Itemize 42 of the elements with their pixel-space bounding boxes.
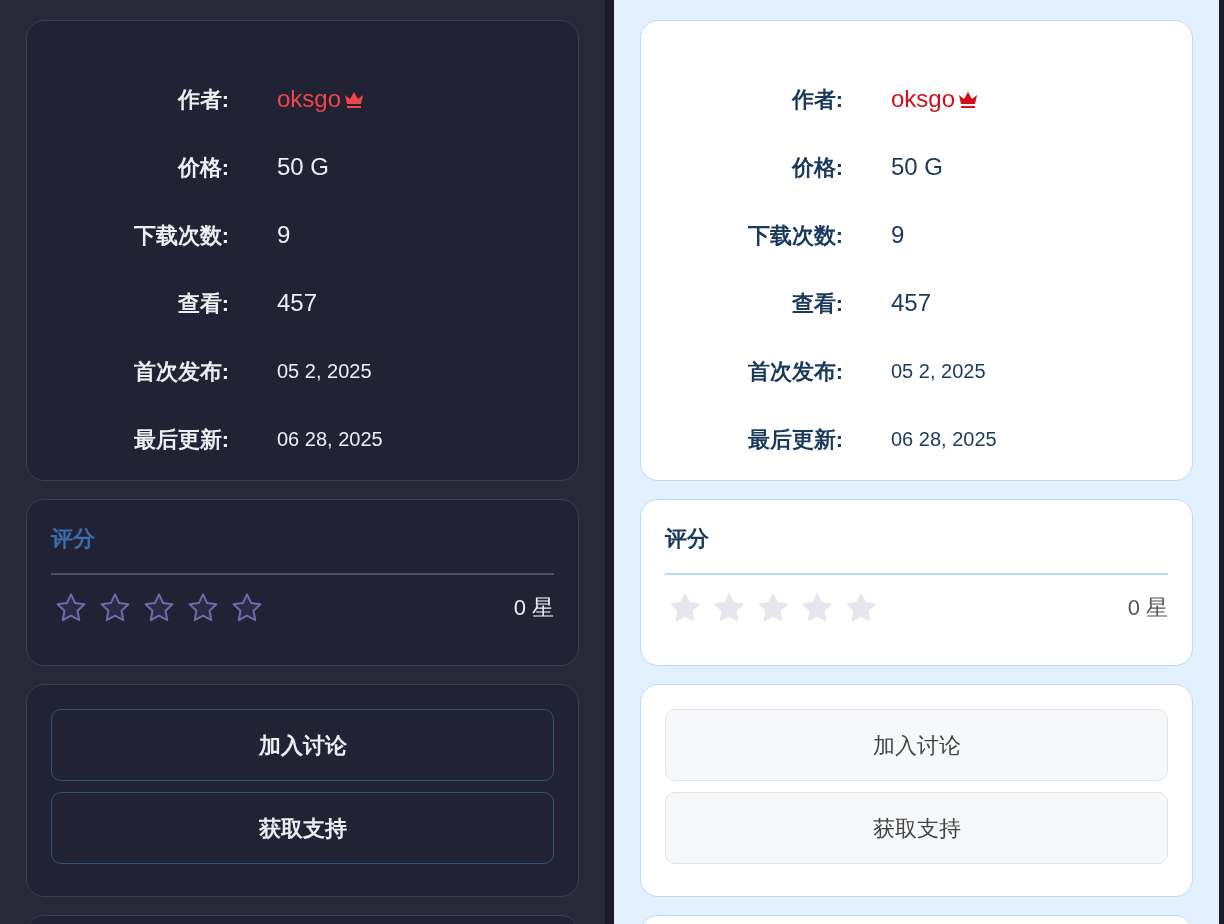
detail-value: 06 28, 2025 bbox=[277, 427, 383, 452]
detail-label: 下载次数: bbox=[746, 221, 843, 250]
detail-label: 查看: bbox=[790, 289, 843, 318]
detail-value: 05 2, 2025 bbox=[891, 359, 986, 384]
rating-heading: 评分 bbox=[665, 522, 1168, 575]
detail-value: 50 G bbox=[891, 152, 944, 182]
detail-label: 最后更新: bbox=[746, 425, 843, 454]
detail-label: 价格: bbox=[790, 153, 843, 182]
detail-label: 价格: bbox=[176, 153, 229, 182]
detail-value: 06 28, 2025 bbox=[891, 427, 997, 452]
detail-value: 9 bbox=[277, 220, 291, 250]
author-link[interactable]: oksgo bbox=[891, 81, 956, 117]
star-icon bbox=[845, 591, 877, 624]
star-icon bbox=[231, 591, 263, 624]
detail-value: 9 bbox=[891, 220, 905, 250]
star-icon bbox=[55, 591, 87, 624]
action-button[interactable]: 获取支持 bbox=[51, 792, 554, 864]
detail-label: 最后更新: bbox=[132, 425, 229, 454]
detail-label: 下载次数: bbox=[132, 221, 229, 250]
detail-label: 首次发布: bbox=[746, 357, 843, 386]
detail-label: 首次发布: bbox=[132, 357, 229, 386]
star-icon bbox=[669, 591, 701, 624]
star-icon bbox=[713, 591, 745, 624]
action-button[interactable]: 加入讨论 bbox=[51, 709, 554, 781]
detail-value: 05 2, 2025 bbox=[277, 359, 372, 384]
star-icon bbox=[99, 591, 131, 624]
star-icon bbox=[143, 591, 175, 624]
detail-label: 作者: bbox=[790, 85, 843, 114]
author-link[interactable]: oksgo bbox=[277, 81, 342, 117]
action-button[interactable]: 加入讨论 bbox=[665, 709, 1168, 781]
star-icon bbox=[757, 591, 789, 624]
action-button[interactable]: 获取支持 bbox=[665, 792, 1168, 864]
detail-label: 查看: bbox=[176, 289, 229, 318]
rating-heading: 评分 bbox=[51, 522, 554, 575]
star-icon bbox=[801, 591, 833, 624]
detail-label: 作者: bbox=[176, 85, 229, 114]
detail-value: 457 bbox=[891, 288, 932, 318]
star-icon bbox=[187, 591, 219, 624]
detail-value: 50 G bbox=[277, 152, 330, 182]
rating-count: 0 星 bbox=[1127, 594, 1168, 622]
rating-count: 0 星 bbox=[513, 594, 554, 622]
detail-value: 457 bbox=[277, 288, 318, 318]
